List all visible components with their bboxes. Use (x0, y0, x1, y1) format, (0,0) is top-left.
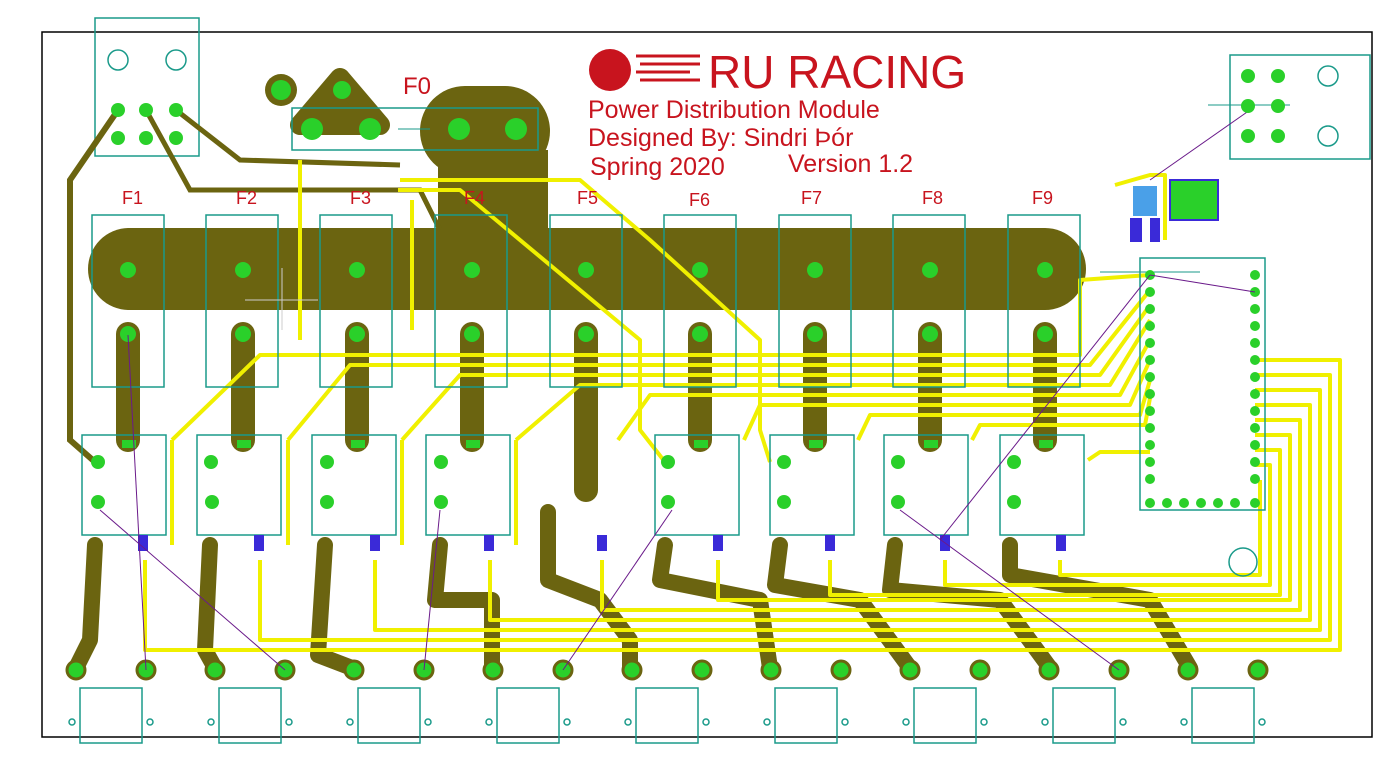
pcb-layout: RU RACING Power Distribution Module Desi… (41, 17, 1373, 744)
logo-mark-icon (589, 49, 631, 91)
title-version: Version 1.2 (788, 150, 913, 178)
logo-text: RU RACING (708, 46, 966, 98)
fuse-label-f6: F6 (689, 190, 710, 210)
fuse-label-f0: F0 (403, 73, 431, 100)
regulator-block (1133, 179, 1219, 221)
fuse-label-f2: F2 (236, 188, 257, 208)
fuse-label-f9: F9 (1032, 188, 1053, 208)
fuse-label-f4: F4 (464, 188, 485, 208)
fuse-label-f8: F8 (922, 188, 943, 208)
fuse-label-f5: F5 (577, 188, 598, 208)
mounting-hole (1228, 547, 1258, 577)
fuse-label-f3: F3 (350, 188, 371, 208)
title-line3: Spring 2020 (590, 153, 725, 181)
logo: RU RACING (589, 46, 966, 98)
mosfet-pads (91, 440, 1053, 509)
copper-channels (116, 322, 1057, 502)
output-pads (65, 659, 1269, 681)
output-connectors (68, 687, 1266, 744)
fuse-label-f1: F1 (122, 188, 143, 208)
fuse-label-f7: F7 (801, 188, 822, 208)
title-line1: Power Distribution Module (588, 96, 880, 124)
title-block: Power Distribution Module Designed By: S… (588, 96, 913, 181)
input-connector-right (1208, 54, 1371, 160)
title-line2: Designed By: Sindri Þór (588, 124, 853, 152)
